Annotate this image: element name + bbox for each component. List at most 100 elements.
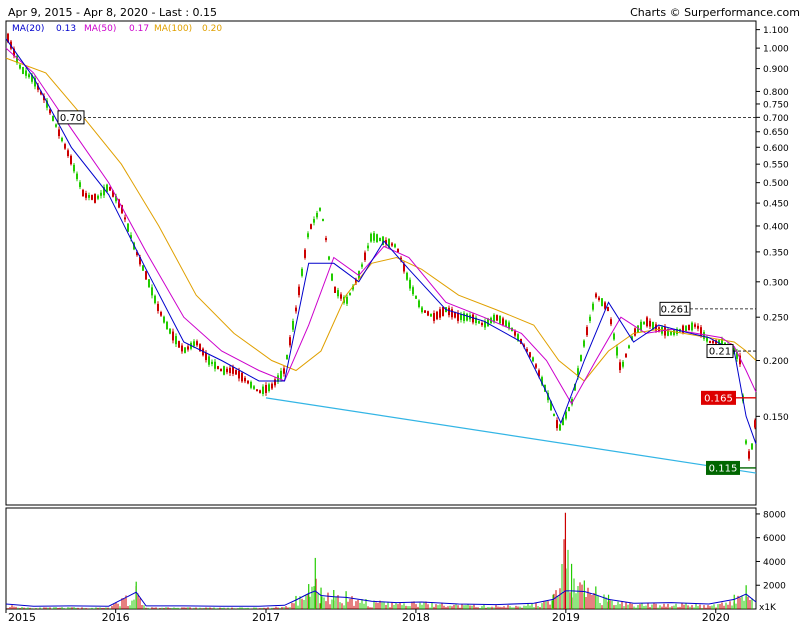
price-candle-body [22, 67, 24, 74]
annotation-level-0261: 0.261 [659, 301, 756, 316]
price-candle-body [292, 321, 294, 330]
price-candle-body [361, 264, 363, 267]
price-candle-body [76, 173, 78, 180]
price-panel-frame [5, 20, 757, 506]
price-candle-body [673, 330, 675, 335]
price-candle-body [394, 244, 396, 248]
price-candle-body [271, 383, 273, 389]
ma100-line [5, 57, 757, 382]
price-candle-body [151, 287, 153, 296]
price-candle-body [61, 137, 63, 142]
y-tick-label: 0.600 [763, 144, 789, 154]
y-tick-label: 0.500 [763, 179, 789, 189]
price-candle-body [634, 328, 636, 336]
price-candle-body [751, 443, 753, 450]
price-candle-body [280, 370, 282, 379]
price-candle-body [583, 340, 585, 347]
price-candle-body [616, 347, 618, 356]
label-text-0115: 0.115 [709, 463, 738, 474]
price-candle-body [196, 341, 198, 346]
price-candle-body [19, 64, 21, 69]
price-candle-body [304, 249, 306, 258]
price-candle-body [514, 331, 516, 336]
price-candle-body [745, 440, 747, 444]
price-candle-body [748, 451, 750, 459]
price-candle-body [391, 243, 393, 246]
volume-y-tick-label: 8000 [763, 510, 786, 520]
price-candle-body [376, 234, 378, 243]
ma20-line [5, 38, 757, 445]
y-tick-label: 0.750 [763, 100, 789, 110]
price-candle-body [499, 315, 501, 324]
price-candle-body [307, 233, 309, 238]
volume-layer [5, 512, 757, 609]
price-candle-body [685, 325, 687, 332]
price-candle-body [397, 248, 399, 253]
price-candle-body [610, 319, 612, 325]
price-candle-body [82, 189, 84, 196]
price-candle-body [592, 303, 594, 310]
y-tick-label: 0.150 [763, 413, 789, 423]
price-candle-body [478, 321, 480, 324]
price-candle-body [406, 272, 408, 280]
price-candle-body [187, 346, 189, 350]
annotation-level-0165: 0.165 [701, 390, 756, 405]
price-candle-body [409, 279, 411, 289]
price-candle-body [649, 320, 651, 327]
price-candle-body [301, 268, 303, 276]
price-candle-body [691, 322, 693, 331]
volume-panel-frame [5, 507, 757, 610]
price-candle-body [466, 313, 468, 321]
price-candle-body [349, 292, 351, 296]
price-candle-body [214, 361, 216, 369]
annotation-level-021: 0.21 [706, 344, 756, 359]
price-candle-body [601, 298, 603, 307]
price-candle-body [664, 327, 666, 336]
price-candle-body [94, 193, 96, 203]
price-candle-body [220, 368, 222, 372]
price-candle-body [262, 386, 264, 395]
price-candle-body [433, 313, 435, 321]
price-candle-body [424, 310, 426, 313]
price-candle-body [442, 307, 444, 316]
label-text-021: 0.21 [709, 347, 731, 358]
price-candle-body [127, 223, 129, 232]
price-candle-body [25, 70, 27, 76]
price-candle-body [367, 245, 369, 249]
price-candle-body [625, 353, 627, 358]
price-candle-body [706, 337, 708, 342]
price-candle-body [607, 306, 609, 311]
price-candle-body [58, 129, 60, 137]
price-candle-body [124, 217, 126, 220]
chart-credit: Charts © Surperformance.com [630, 6, 800, 19]
legend-ma20-value: 0.13 [56, 24, 76, 34]
price-candle-body [70, 155, 72, 165]
price-candle-body [295, 307, 297, 312]
price-candle-body [496, 315, 498, 321]
price-candle-body [238, 370, 240, 379]
price-candle-body [181, 345, 183, 352]
price-candle-body [268, 384, 270, 391]
price-candle-body [283, 368, 285, 374]
price-candle-body [235, 369, 237, 375]
price-candle-body [451, 309, 453, 318]
price-candle-body [208, 356, 210, 365]
legend-ma50-label: MA(50) [84, 24, 116, 34]
price-candle-body [370, 233, 372, 242]
price-candle-body [67, 150, 69, 157]
price-candle-body [226, 368, 228, 373]
price-layer [5, 32, 757, 474]
price-candle-body [709, 341, 711, 344]
price-candle-body [148, 279, 150, 288]
x-tick-label: 2018 [402, 611, 430, 624]
axis-layer: 1.100 1.000 0.900 0.800 0.750 0.700 0.650 0.600… [5, 26, 789, 624]
price-candle-body [436, 311, 438, 320]
price-candle-body [328, 256, 330, 260]
price-candle-body [568, 406, 570, 412]
price-candle-body [298, 286, 300, 296]
annotation-level-070: 0.70 [57, 110, 756, 125]
price-candle-body [217, 366, 219, 370]
label-text-070: 0.70 [60, 113, 82, 124]
price-candle-body [535, 364, 537, 368]
price-candle-body [460, 314, 462, 320]
